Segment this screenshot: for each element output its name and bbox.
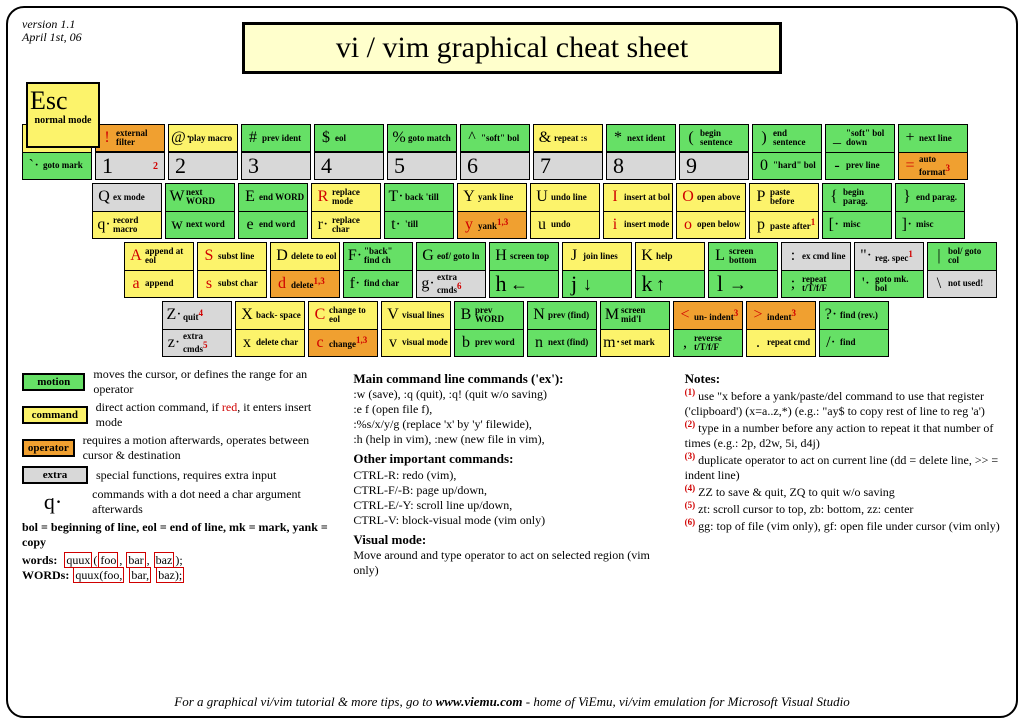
version-meta: version 1.1April 1st, 06	[22, 18, 82, 44]
commands-help: Main command line commands ('ex'): :w (s…	[353, 367, 670, 583]
key-E: Eend WORDeend word	[238, 183, 308, 239]
footer: For a graphical vi/vim tutorial & more t…	[8, 694, 1016, 710]
key-T·: T·back 'tillt·'till	[384, 183, 454, 239]
key-K: Khelpk↑	[635, 242, 705, 298]
page-title: vi / vim graphical cheat sheet	[242, 22, 782, 74]
key-B: Bprev WORDbprev word	[454, 301, 524, 357]
key-Y: Yyank lineyyank1,3	[457, 183, 527, 239]
key-"·: "·reg. spec1'·goto mk. bol	[854, 242, 924, 298]
legend: motionmoves the cursor, or defines the r…	[22, 367, 339, 583]
key-J: Jjoin linesj↓	[562, 242, 632, 298]
key-R: Rreplace moder·replace char	[311, 183, 381, 239]
key-F·: F·"back" find chf·find char	[343, 242, 413, 298]
key-*: *next ident8	[606, 124, 676, 180]
key-{: {begin parag.[·misc	[822, 183, 892, 239]
keyboard: ~toggle case`·goto mark!external filter1…	[22, 124, 1002, 357]
key-P: Ppaste beforeppaste after1	[749, 183, 819, 239]
key-U: Uundo lineuundo	[530, 183, 600, 239]
key-+: +next line=auto format3	[898, 124, 968, 180]
key-$: $eol4	[314, 124, 384, 180]
key-?·: ?·find (rev.)/·find	[819, 301, 889, 357]
key-Z·: Z·quit4z·extra cmds5	[162, 301, 232, 357]
key-#: #prev ident3	[241, 124, 311, 180]
key-<: <un- indent3,reverse t/T/f/F	[673, 301, 743, 357]
key-G: Geof/ goto lng·extra cmds6	[416, 242, 486, 298]
key-!: !external filter12	[95, 124, 165, 180]
key->: >indent3.repeat cmd	[746, 301, 816, 357]
key-A: Aappend at eolaappend	[124, 242, 194, 298]
key-^: ^"soft" bol6	[460, 124, 530, 180]
key-Q: Qex modeq·record macro	[92, 183, 162, 239]
key-O: Oopen aboveoopen below	[676, 183, 746, 239]
key-H: Hscreen toph←	[489, 242, 559, 298]
key-V: Vvisual linesvvisual mode	[381, 301, 451, 357]
key-:: :ex cmd line;repeat t/T/f/F	[781, 242, 851, 298]
key-W: Wnext WORDwnext word	[165, 183, 235, 239]
key-C: Cchange to eolcchange1,3	[308, 301, 378, 357]
key-}: }end parag.]·misc	[895, 183, 965, 239]
key-D: Ddelete to eolddelete1,3	[270, 242, 340, 298]
key-L: Lscreen bottoml→	[708, 242, 778, 298]
key-&: &repeat :s7	[533, 124, 603, 180]
key-I: Iinsert at boliinsert mode	[603, 183, 673, 239]
esc-key: Esc normal mode	[26, 82, 100, 148]
key-N: Nprev (find)nnext (find)	[527, 301, 597, 357]
key-%: %goto match5	[387, 124, 457, 180]
key-@·: @·play macro2	[168, 124, 238, 180]
key-S: Ssubst linessubst char	[197, 242, 267, 298]
key-X: Xback- spacexdelete char	[235, 301, 305, 357]
key-M: Mscreen mid'lm·set mark	[600, 301, 670, 357]
key-|: |bol/ goto col\not used!	[927, 242, 997, 298]
key-_: _"soft" bol down-prev line	[825, 124, 895, 180]
key-): )end sentence0"hard" bol	[752, 124, 822, 180]
key-(: (begin sentence9	[679, 124, 749, 180]
notes: Notes: (1) use "x before a yank/paste/de…	[685, 367, 1002, 583]
